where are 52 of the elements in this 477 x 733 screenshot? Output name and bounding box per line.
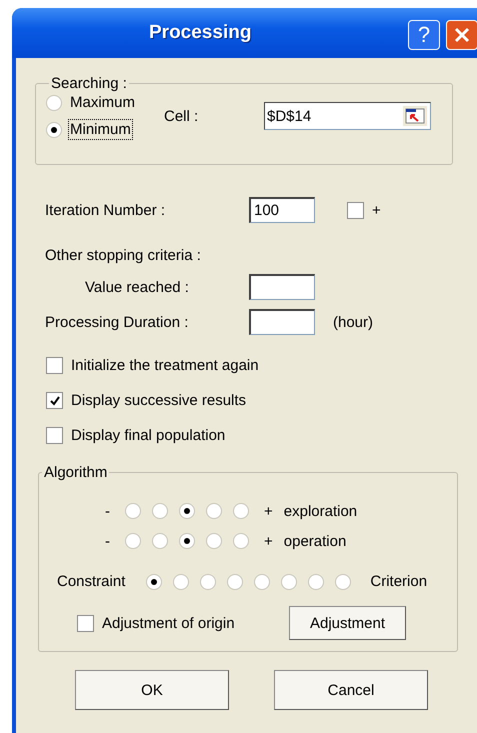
help-button[interactable]: ? [408,20,440,50]
minus-label: - [105,502,110,520]
option-checkbox[interactable]: Display final population [46,427,477,444]
cancel-button[interactable]: Cancel [274,670,428,710]
origin-checkbox[interactable]: Adjustment of origin [77,614,289,632]
radio-option[interactable]: Maximum [46,92,164,113]
value-field[interactable] [249,274,315,300]
close-icon [452,25,472,45]
field-label: Processing Duration : [45,314,190,330]
radio-button[interactable] [308,574,324,590]
window-title: Processing [149,22,252,44]
section-label: Other stopping criteria : [45,247,202,264]
duration-field[interactable] [249,309,315,335]
option-checkbox[interactable]: Display successive results [46,392,477,409]
scale-label: Constraint [57,573,126,590]
radio-button[interactable] [227,574,244,590]
radio-button[interactable] [206,503,222,519]
unit-label: (hour) [333,314,374,330]
radio-button[interactable] [254,574,270,590]
radio-button[interactable] [173,574,190,590]
plus-label: + [264,532,273,550]
group-label: Algorithm [43,464,108,481]
radio-button[interactable] [152,503,168,519]
radio-button[interactable] [146,574,162,590]
scale-label: operation [284,532,346,550]
radio-button[interactable] [281,574,298,590]
adjustment-button[interactable]: Adjustment [289,606,406,640]
field-label: Cell : [164,108,200,124]
iteration-field[interactable]: 100 [249,197,315,223]
check-icon [48,394,60,406]
scale-label: exploration [284,502,358,520]
radio-button[interactable] [125,503,141,519]
close-button[interactable] [446,20,477,50]
radio-button[interactable] [152,533,168,549]
option-checkbox[interactable]: Initialize the treatment again [46,357,477,374]
ok-button[interactable]: OK [75,670,229,710]
plus-label: + [264,502,273,520]
radio-button[interactable] [125,533,141,549]
radio-button[interactable] [233,533,249,549]
radio-button[interactable] [206,533,222,549]
minus-label: - [105,532,110,550]
cell-field[interactable]: $D$14 [264,102,431,130]
group-label: Searching : [50,75,128,92]
radio-button[interactable] [179,503,195,519]
radio-button[interactable] [233,503,249,519]
scale-label: Criterion [370,573,428,590]
field-label: Value reached : [84,278,190,296]
range-picker-icon[interactable] [403,106,427,126]
field-label: Iteration Number : [45,202,166,218]
radio-button[interactable] [179,533,195,549]
radio-button[interactable] [335,574,352,590]
radio-button[interactable] [200,574,216,590]
